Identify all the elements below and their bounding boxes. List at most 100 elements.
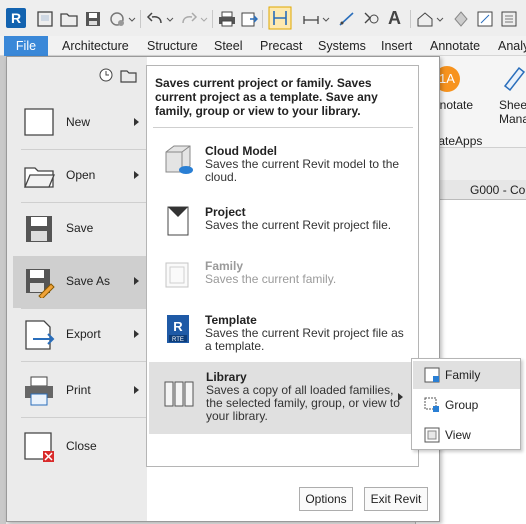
tab-systems[interactable]: Systems [318,36,366,56]
chevron-down-icon[interactable] [200,10,208,28]
menu-item-close[interactable]: Close [13,421,146,473]
menu-item-label: Open [66,168,96,182]
new-document-icon [24,108,54,136]
open-icon[interactable] [60,10,78,28]
ribbon-tabs: File Architecture Structure Steel Precas… [0,36,526,56]
sync-icon[interactable] [108,10,126,28]
exit-revit-button[interactable]: Exit Revit [364,487,428,511]
menu-item-label: Save As [66,274,111,288]
recent-documents-icon[interactable] [99,67,139,83]
chevron-right-icon [134,277,139,285]
menu-item-print[interactable]: Print [13,365,146,417]
flyout-item-family[interactable]: Family [413,361,520,389]
chevron-right-icon [398,393,403,401]
options-button[interactable]: Options [299,487,353,511]
cloud-model-icon [165,145,193,174]
tab-file[interactable]: File [4,36,48,56]
menu-item-open[interactable]: Open [13,150,146,202]
home-icon[interactable] [36,10,54,28]
chevron-right-icon [134,330,139,338]
menu-item-export[interactable]: Export [13,309,146,361]
flyout-item-view[interactable]: View [413,421,520,449]
save-as-submenu: Saves current project or family. Saves c… [146,65,419,467]
close-windows-icon[interactable] [500,10,518,28]
submenu-item-title: Family [205,259,244,273]
chevron-down-icon[interactable] [128,10,136,28]
save-disk-icon [26,216,52,242]
chevron-right-icon [134,171,139,179]
save-icon[interactable] [84,10,102,28]
menu-item-new[interactable]: New [13,97,146,149]
menu-item-label: Save [66,221,94,235]
svg-text:RTE: RTE [172,337,184,343]
tab-steel[interactable]: Steel [214,36,243,56]
submenu-item-desc: Saves the current Revit project file. [205,218,392,232]
menu-item-label: Close [66,439,97,453]
tab-insert[interactable]: Insert [381,36,412,56]
flyout-item-label: Family [445,368,481,382]
chevron-down-icon[interactable] [436,10,444,28]
menu-item-save[interactable]: Save [13,203,146,255]
chevron-right-icon [134,118,139,126]
submenu-item-title: Template [205,313,257,327]
sheet-button-label-2[interactable]: Manag [499,112,526,126]
library-flyout: Family Group View [411,358,521,450]
tab-annotate[interactable]: Annotate [430,36,480,56]
menu-item-label: New [66,115,91,129]
svg-text:R: R [173,319,183,334]
tab-architecture[interactable]: Architecture [62,36,129,56]
chevron-right-icon [134,386,139,394]
flyout-item-label: View [445,428,471,442]
thin-lines-icon[interactable] [476,10,494,28]
submenu-item-desc: Saves the current Revit project file as … [205,326,404,353]
measure-icon[interactable] [268,6,292,30]
submenu-item-desc: Saves the current Revit model to the clo… [205,157,400,184]
chevron-down-icon[interactable] [166,10,174,28]
quick-access-toolbar: R A [0,0,526,36]
default-3d-view-icon[interactable] [416,10,434,28]
family-icon [165,262,189,288]
export-icon [25,320,55,350]
chevron-down-icon[interactable] [322,10,330,28]
tab-precast[interactable]: Precast [260,36,302,56]
close-document-icon [24,432,54,462]
section-icon[interactable] [452,10,470,28]
view-small-icon [424,427,440,443]
tag-icon[interactable] [362,10,380,28]
group-small-icon [424,397,439,412]
submenu-item-desc: Saves a copy of all loaded families, the… [206,383,400,423]
submenu-item-template[interactable]: R RTE Template Saves the current Revit pr… [148,305,419,359]
submenu-item-family: Family Saves the current family. [148,251,419,305]
sheet-manager-icon[interactable] [499,64,526,92]
flyout-item-label: Group [445,398,479,412]
project-icon [167,206,189,236]
submenu-item-desc: Saves the current family. [205,272,337,286]
submenu-description: Saves current project or family. Saves c… [155,76,378,118]
library-icon [164,381,194,407]
menu-left-column: New Open Save Save As Export Print Close [7,57,147,521]
printer-icon [25,376,53,406]
tab-structure[interactable]: Structure [147,36,198,56]
sheet-export-icon[interactable] [240,10,258,28]
redo-icon[interactable] [180,10,198,28]
view-tab-g000[interactable]: G000 - Co [440,180,526,200]
submenu-item-cloud-model[interactable]: Cloud Model Saves the current Revit mode… [148,136,419,190]
menu-item-label: Export [66,327,101,341]
print-icon[interactable] [218,10,236,28]
flyout-item-group[interactable]: Group [413,391,520,419]
submenu-item-library[interactable]: Library Saves a copy of all loaded famil… [149,362,411,434]
submenu-item-project[interactable]: Project Saves the current Revit project … [148,197,419,251]
revit-logo[interactable]: R [6,8,26,28]
menu-item-save-as[interactable]: Save As [13,256,146,308]
dimension-icon[interactable] [302,10,320,28]
template-icon: R RTE [167,315,189,343]
tab-analyze[interactable]: Analy [498,36,526,56]
submenu-item-title: Library [206,370,247,384]
submenu-item-title: Project [205,205,246,219]
text-icon[interactable]: A [388,9,406,27]
family-small-icon [424,367,440,383]
undo-icon[interactable] [146,10,164,28]
align-icon[interactable] [338,10,356,28]
open-folder-icon [24,167,55,188]
sheet-button-label-1[interactable]: Sheet [499,98,526,112]
